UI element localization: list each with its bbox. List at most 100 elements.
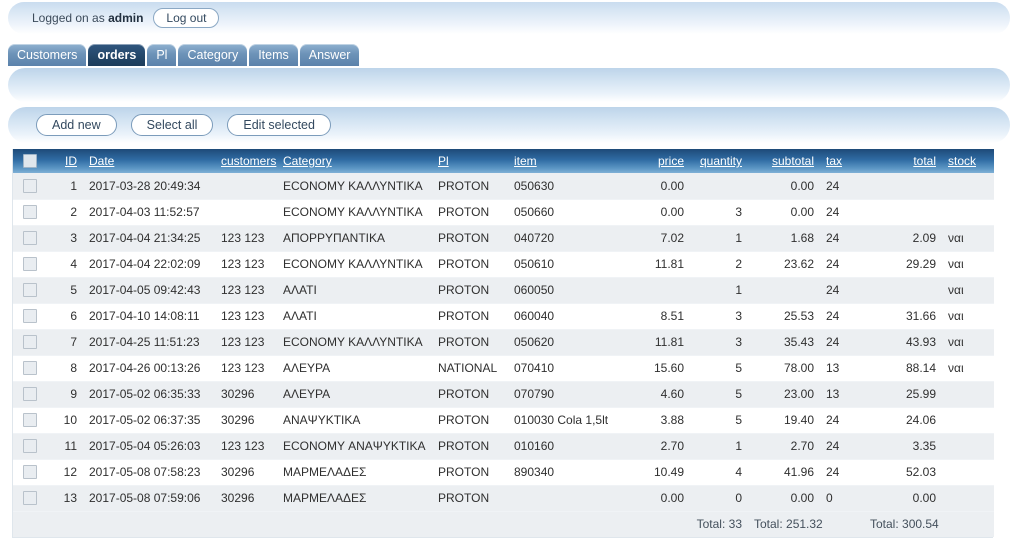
header-category-link[interactable]: Category bbox=[283, 154, 332, 168]
header-id[interactable]: ID bbox=[47, 149, 83, 173]
row-checkbox[interactable] bbox=[23, 387, 37, 402]
header-stock-link[interactable]: stock bbox=[948, 154, 976, 168]
table-row[interactable]: 11 2017-05-04 05:26:03 123 123 ECONOMY ΑΝΑΨ… bbox=[13, 433, 994, 460]
cell-category: ΑΛΕΥΡΑ bbox=[277, 355, 432, 382]
header-stock[interactable]: stock bbox=[942, 149, 994, 173]
tab-bar: Customers orders Pl Category Items Answe… bbox=[8, 42, 360, 66]
table-row[interactable]: 7 2017-04-25 11:51:23 123 123 ECONOMY ΚΑΛΛΥ… bbox=[13, 329, 994, 356]
cell-total: 0.00 bbox=[864, 485, 942, 512]
header-item[interactable]: item bbox=[508, 149, 628, 173]
header-total[interactable]: total bbox=[864, 149, 942, 173]
header-total-link[interactable]: total bbox=[913, 154, 936, 168]
cell-category: ΑΛΑΤΙ bbox=[277, 277, 432, 304]
header-date-link[interactable]: Date bbox=[89, 154, 114, 168]
header-tax-link[interactable]: tax bbox=[826, 154, 842, 168]
cell-price: 10.49 bbox=[628, 459, 690, 486]
cell-price: 3.88 bbox=[628, 407, 690, 434]
header-subtotal[interactable]: subtotal bbox=[748, 149, 820, 173]
cell-total: 52.03 bbox=[864, 459, 942, 486]
table-row[interactable]: 3 2017-04-04 21:34:25 123 123 ΑΠΟΡΡΥΠΑΝΤΙΚΑ… bbox=[13, 225, 994, 252]
cell-category: ECONOMY ΑΝΑΨΥΚΤΙΚΑ bbox=[277, 433, 432, 460]
add-new-button[interactable]: Add new bbox=[36, 114, 117, 136]
tab-category[interactable]: Category bbox=[178, 44, 248, 66]
row-checkbox[interactable] bbox=[23, 439, 37, 454]
row-select-cell[interactable] bbox=[13, 433, 47, 460]
table-row[interactable]: 4 2017-04-04 22:02:09 123 123 ECONOMY ΚΑΛΛΥ… bbox=[13, 251, 994, 278]
header-item-link[interactable]: item bbox=[514, 154, 537, 168]
header-price-link[interactable]: price bbox=[658, 154, 684, 168]
cell-customers: 123 123 bbox=[215, 225, 277, 252]
row-checkbox[interactable] bbox=[23, 283, 37, 298]
row-checkbox[interactable] bbox=[23, 361, 37, 376]
row-checkbox[interactable] bbox=[23, 257, 37, 272]
header-date[interactable]: Date bbox=[83, 149, 215, 173]
cell-item: 060050 bbox=[508, 277, 628, 304]
row-select-cell[interactable] bbox=[13, 225, 47, 252]
row-checkbox[interactable] bbox=[23, 205, 37, 220]
row-checkbox[interactable] bbox=[23, 179, 37, 194]
header-id-link[interactable]: ID bbox=[65, 154, 77, 168]
cell-total bbox=[864, 173, 942, 200]
header-subtotal-link[interactable]: subtotal bbox=[772, 154, 814, 168]
cell-tax: 13 bbox=[820, 381, 864, 408]
header-customers[interactable]: customers bbox=[215, 149, 277, 173]
row-select-cell[interactable] bbox=[13, 329, 47, 356]
row-checkbox[interactable] bbox=[23, 413, 37, 428]
table-row[interactable]: 13 2017-05-08 07:59:06 30296 ΜΑΡΜΕΛΑΔΕΣ PROT… bbox=[13, 485, 994, 512]
cell-category: ΑΛΕΥΡΑ bbox=[277, 381, 432, 408]
row-checkbox[interactable] bbox=[23, 231, 37, 246]
table-row[interactable]: 6 2017-04-10 14:08:11 123 123 ΑΛΑΤΙ PROTON 06… bbox=[13, 303, 994, 330]
cell-item: 010160 bbox=[508, 433, 628, 460]
row-select-cell[interactable] bbox=[13, 173, 47, 200]
table-row[interactable]: 1 2017-03-28 20:49:34 ECONOMY ΚΑΛΛΥΝΤΙΚΑ PR… bbox=[13, 173, 994, 200]
row-select-cell[interactable] bbox=[13, 303, 47, 330]
cell-id: 10 bbox=[47, 407, 83, 434]
header-select-all-cell[interactable] bbox=[13, 149, 47, 173]
table-row[interactable]: 10 2017-05-02 06:37:35 30296 ΑΝΑΨΥΚΤΙΚΑ PROT… bbox=[13, 407, 994, 434]
table-row[interactable]: 9 2017-05-02 06:35:33 30296 ΑΛΕΥΡΑ PROTON 070… bbox=[13, 381, 994, 408]
cell-quantity: 5 bbox=[690, 355, 748, 382]
row-select-cell[interactable] bbox=[13, 355, 47, 382]
table-row[interactable]: 8 2017-04-26 00:13:26 123 123 ΑΛΕΥΡΑ NATIONA… bbox=[13, 355, 994, 382]
row-select-cell[interactable] bbox=[13, 381, 47, 408]
cell-stock bbox=[942, 173, 994, 200]
header-pl[interactable]: Pl bbox=[432, 149, 508, 173]
cell-quantity: 1 bbox=[690, 433, 748, 460]
row-checkbox[interactable] bbox=[23, 491, 37, 506]
cell-category: ECONOMY ΚΑΛΛΥΝΤΙΚΑ bbox=[277, 329, 432, 356]
header-tax[interactable]: tax bbox=[820, 149, 864, 173]
row-select-cell[interactable] bbox=[13, 199, 47, 226]
tab-customers[interactable]: Customers bbox=[8, 44, 87, 66]
table-row[interactable]: 2 2017-04-03 11:52:57 ECONOMY ΚΑΛΛΥΝΤΙΚΑ PR… bbox=[13, 199, 994, 226]
row-select-cell[interactable] bbox=[13, 407, 47, 434]
table-row[interactable]: 12 2017-05-08 07:58:23 30296 ΜΑΡΜΕΛΑΔΕΣ PROT… bbox=[13, 459, 994, 486]
tab-items[interactable]: Items bbox=[249, 44, 298, 66]
row-select-cell[interactable] bbox=[13, 459, 47, 486]
row-checkbox[interactable] bbox=[23, 335, 37, 350]
row-checkbox[interactable] bbox=[23, 465, 37, 480]
header-quantity[interactable]: quantity bbox=[690, 149, 748, 173]
row-select-cell[interactable] bbox=[13, 485, 47, 512]
table-row[interactable]: 5 2017-04-05 09:42:43 123 123 ΑΛΑΤΙ PROTON 06… bbox=[13, 277, 994, 304]
cell-tax: 24 bbox=[820, 459, 864, 486]
tab-pl[interactable]: Pl bbox=[147, 44, 177, 66]
row-select-cell[interactable] bbox=[13, 277, 47, 304]
cell-total bbox=[864, 199, 942, 226]
tab-answer[interactable]: Answer bbox=[299, 44, 360, 66]
header-pl-link[interactable]: Pl bbox=[438, 154, 449, 168]
header-customers-link[interactable]: customers bbox=[221, 154, 276, 168]
row-select-cell[interactable] bbox=[13, 251, 47, 278]
tab-orders[interactable]: orders bbox=[88, 44, 146, 66]
cell-quantity: 4 bbox=[690, 459, 748, 486]
cell-category: ECONOMY ΚΑΛΛΥΝΤΙΚΑ bbox=[277, 251, 432, 278]
header-price[interactable]: price bbox=[628, 149, 690, 173]
header-category[interactable]: Category bbox=[277, 149, 432, 173]
select-all-checkbox[interactable] bbox=[23, 154, 37, 169]
logout-button[interactable]: Log out bbox=[153, 8, 220, 28]
header-quantity-link[interactable]: quantity bbox=[700, 154, 742, 168]
select-all-button[interactable]: Select all bbox=[130, 114, 214, 136]
row-checkbox[interactable] bbox=[23, 309, 37, 324]
logged-on-username: admin bbox=[108, 11, 144, 25]
cell-customers: 123 123 bbox=[215, 277, 277, 304]
edit-selected-button[interactable]: Edit selected bbox=[227, 114, 331, 136]
